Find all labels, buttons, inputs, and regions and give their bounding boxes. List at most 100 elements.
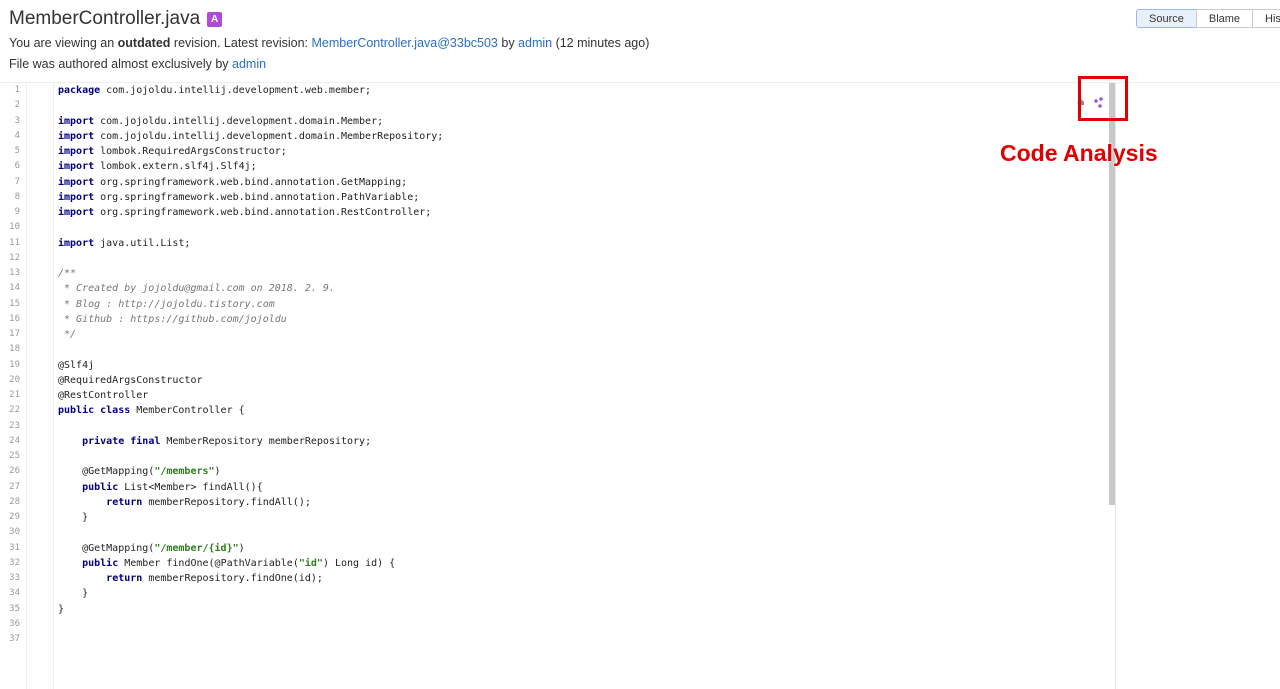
code-text: public Member findOne(@PathVariable("id"… <box>58 556 395 571</box>
tab-blame[interactable]: Blame <box>1195 9 1254 28</box>
authorship-notice: File was authored almost exclusively by … <box>9 57 266 71</box>
line-number[interactable]: 20 <box>0 373 20 388</box>
line-number[interactable]: 6 <box>0 159 20 174</box>
line-number[interactable]: 18 <box>0 342 20 357</box>
line-number[interactable]: 7 <box>0 175 20 190</box>
code-keyword: import <box>58 146 95 157</box>
code-keyword: import <box>58 191 95 203</box>
line-number[interactable]: 16 <box>0 312 20 327</box>
code-token: com.jojoldu.intellij.development.web.mem… <box>100 85 372 96</box>
code-line: 17 */ <box>0 327 1100 342</box>
tab-source[interactable]: Source <box>1136 9 1197 28</box>
code-line: 13 /** <box>0 266 1100 281</box>
line-number[interactable]: 28 <box>0 495 20 510</box>
revision-age: (12 minutes ago) <box>552 36 650 50</box>
code-string: "/member/{id}" <box>154 542 239 554</box>
line-number[interactable]: 37 <box>0 632 20 647</box>
code-token: ) <box>214 466 221 478</box>
code-text: public List<Member> findAll(){ <box>58 480 263 495</box>
code-line: 2 <box>0 98 1100 113</box>
line-number[interactable]: 27 <box>0 480 20 495</box>
line-number[interactable]: 12 <box>0 251 20 266</box>
line-number[interactable]: 36 <box>0 617 20 632</box>
line-number[interactable]: 32 <box>0 556 20 571</box>
code-line: 10 <box>0 220 1100 235</box>
code-text: import lombok.extern.slf4j.Slf4j; <box>58 159 257 174</box>
code-token: lombok.extern.slf4j.Slf4j; <box>94 161 257 173</box>
line-number[interactable]: 30 <box>0 525 20 540</box>
code-comment: * Github : https://github.com/jojoldu <box>58 313 287 325</box>
code-keyword: import <box>58 130 95 142</box>
line-number[interactable]: 11 <box>0 236 20 251</box>
line-number[interactable]: 5 <box>0 144 20 159</box>
line-number[interactable]: 24 <box>0 434 20 449</box>
line-number[interactable]: 23 <box>0 419 20 434</box>
code-token: @GetMapping( <box>58 466 155 478</box>
code-text: private final MemberRepository memberRep… <box>58 434 371 449</box>
code-line: 32 public Member findOne(@PathVariable("… <box>0 556 1100 571</box>
revision-notice-prefix: You are viewing an <box>9 36 118 50</box>
code-line: 31 @GetMapping("/member/{id}") <box>0 541 1100 556</box>
line-number[interactable]: 21 <box>0 388 20 403</box>
line-number[interactable]: 34 <box>0 586 20 601</box>
line-number[interactable]: 29 <box>0 510 20 525</box>
code-line: 37 <box>0 632 1100 647</box>
code-line: 22 public class MemberController { <box>0 403 1100 418</box>
code-token: @Slf4j <box>58 359 95 371</box>
line-number[interactable]: 9 <box>0 205 20 220</box>
code-token: @RestController <box>58 390 149 401</box>
latest-revision-link[interactable]: MemberController.java@33bc503 <box>311 36 497 50</box>
authorship-author-link[interactable]: admin <box>232 57 266 71</box>
code-token: ) Long id) { <box>322 557 396 569</box>
line-number[interactable]: 8 <box>0 190 20 205</box>
code-line: 18 <box>0 342 1100 357</box>
code-string: "id" <box>298 557 323 569</box>
code-text: @Slf4j <box>58 358 94 373</box>
code-token: MemberController { <box>130 405 245 417</box>
code-keyword: package <box>58 85 101 96</box>
revision-by: by <box>497 36 519 50</box>
line-number[interactable]: 19 <box>0 358 20 373</box>
line-number[interactable]: 35 <box>0 602 20 617</box>
code-line: 25 <box>0 449 1100 464</box>
line-number[interactable]: 33 <box>0 571 20 586</box>
line-number[interactable]: 14 <box>0 281 20 296</box>
code-viewer: 1 package com.jojoldu.intellij.developmen… <box>0 83 1116 689</box>
line-number[interactable]: 13 <box>0 266 20 281</box>
code-text: @RestController <box>58 388 148 403</box>
code-comment: * Blog : http://jojoldu.tistory.com <box>58 298 275 310</box>
line-number[interactable]: 25 <box>0 449 20 464</box>
line-number[interactable]: 22 <box>0 403 20 418</box>
title-row: MemberController.java A <box>9 8 223 30</box>
code-line: 16 * Github : https://github.com/jojoldu <box>0 312 1100 327</box>
tab-history[interactable]: His <box>1252 9 1280 28</box>
line-number[interactable]: 31 <box>0 541 20 556</box>
code-viewer-border <box>1115 83 1116 689</box>
code-line: 7 import org.springframework.web.bind.ann… <box>0 175 1100 190</box>
line-number[interactable]: 4 <box>0 129 20 144</box>
code-keyword: public class <box>58 405 131 417</box>
line-number[interactable]: 1 <box>0 83 20 98</box>
status-badge: A <box>207 11 223 27</box>
code-text: * Github : https://github.com/jojoldu <box>58 312 287 327</box>
code-line: 27 public List<Member> findAll(){ <box>0 480 1100 495</box>
code-text: * Blog : http://jojoldu.tistory.com <box>58 297 275 312</box>
code-comment: /** <box>58 268 77 279</box>
code-line: 24 private final MemberRepository member… <box>0 434 1100 449</box>
code-line: 30 <box>0 525 1100 540</box>
code-text: */ <box>58 327 76 342</box>
line-number[interactable]: 17 <box>0 327 20 342</box>
line-number[interactable]: 26 <box>0 464 20 479</box>
code-text: public class MemberController { <box>58 403 245 418</box>
line-number[interactable]: 15 <box>0 297 20 312</box>
line-number[interactable]: 3 <box>0 114 20 129</box>
revision-author-link[interactable]: admin <box>518 36 552 50</box>
code-text: import org.springframework.web.bind.anno… <box>58 205 431 220</box>
line-number[interactable]: 10 <box>0 220 20 235</box>
code-comment: * Created by jojoldu@gmail.com on 2018. … <box>58 283 335 295</box>
line-number[interactable]: 2 <box>0 98 20 113</box>
code-line: 5 import lombok.RequiredArgsConstructor; <box>0 144 1100 159</box>
code-text: import java.util.List; <box>58 236 190 251</box>
authorship-text: File was authored almost exclusively by <box>9 57 233 71</box>
